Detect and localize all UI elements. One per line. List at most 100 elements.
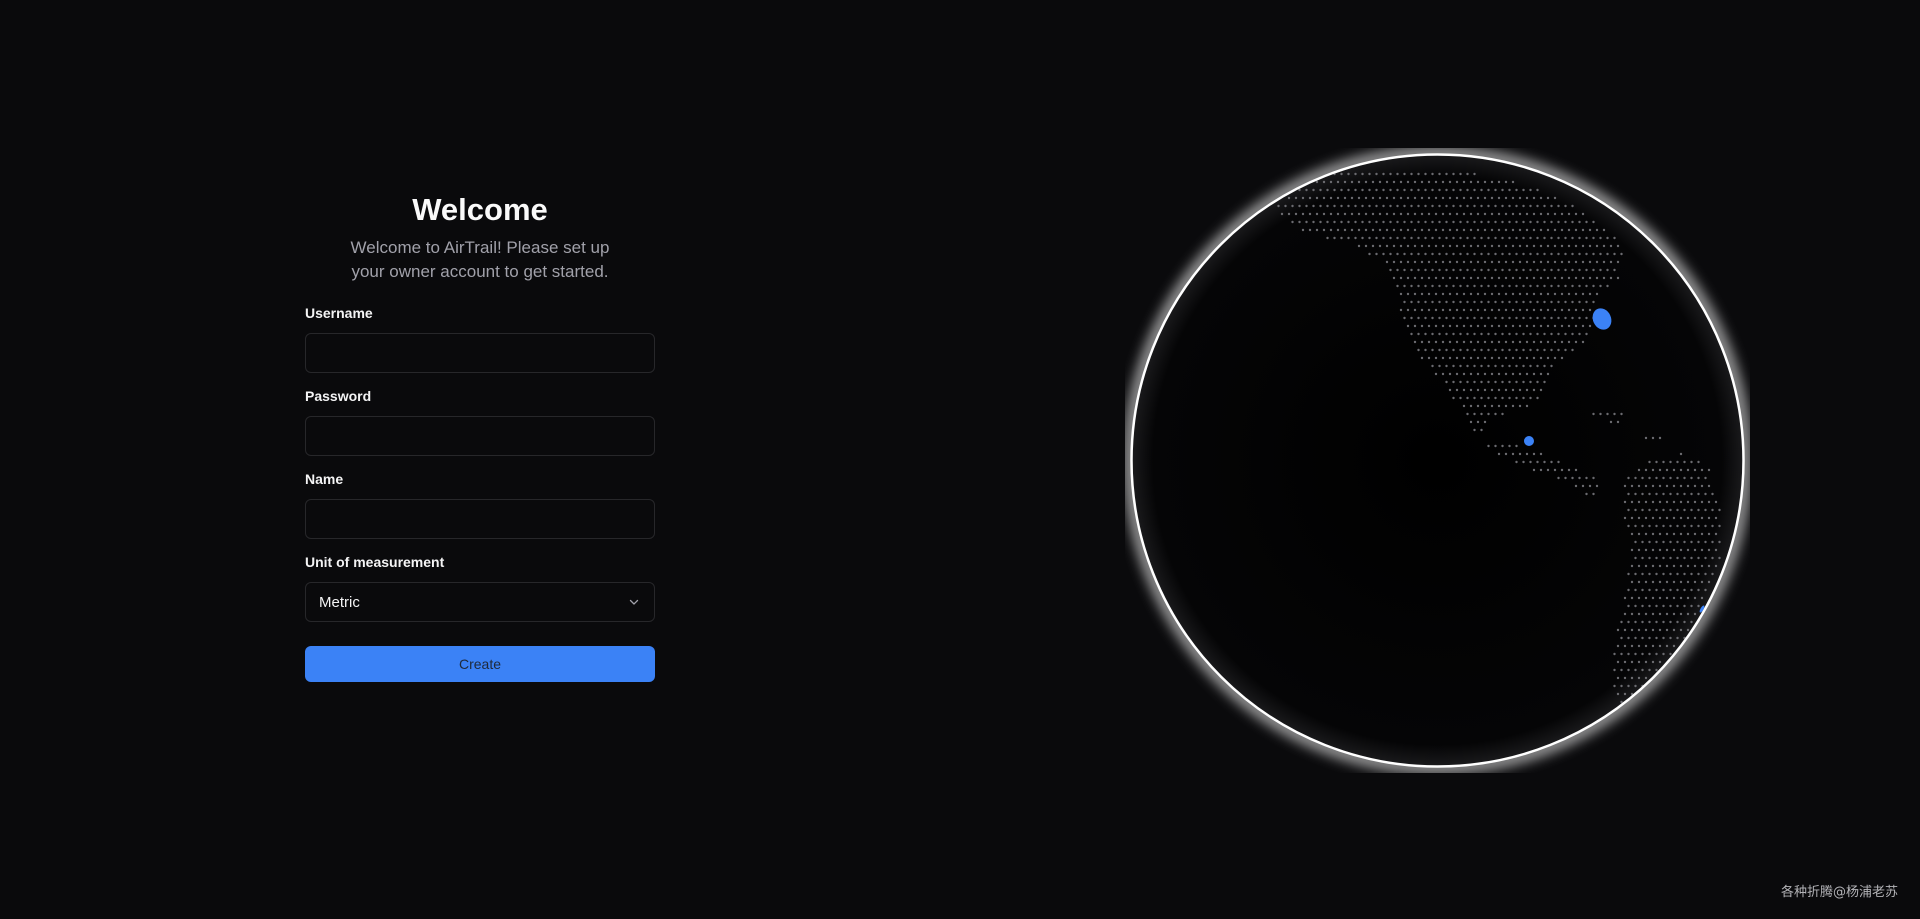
land-dot [1676,556,1679,560]
land-dot [1427,260,1431,264]
land-dot [1406,228,1410,232]
land-dot [1396,220,1399,224]
land-dot [1333,236,1336,240]
land-dot [1651,516,1655,520]
land-dot [1504,244,1508,248]
land-dot [1693,468,1697,472]
land-dot [1305,220,1308,224]
land-dot [1553,308,1557,312]
land-dot [1284,204,1287,208]
land-dot [1497,292,1501,296]
land-dot [1469,244,1473,248]
land-dot [1644,468,1648,472]
land-dot [1406,308,1410,312]
land-dot [1501,380,1504,384]
land-dot [1679,580,1683,584]
land-dot [1466,220,1469,224]
land-dot [1627,652,1630,656]
land-dot [1487,444,1490,448]
land-dot [1504,292,1508,296]
land-dot [1574,308,1578,312]
land-dot [1655,604,1658,608]
land-dot [1480,188,1483,192]
land-dot [1630,660,1634,664]
land-dot [1616,276,1620,280]
land-dot [1455,388,1459,392]
land-dot [1574,212,1578,216]
land-dot [1616,628,1620,632]
land-dot [1483,292,1487,296]
land-dot [1511,212,1515,216]
land-dot [1711,540,1714,544]
land-dot [1427,340,1431,344]
land-dot [1427,196,1431,200]
land-dot [1592,300,1595,304]
land-dot [1511,388,1515,392]
land-dot [1501,396,1504,400]
land-dot [1466,284,1469,288]
land-dot [1560,276,1564,280]
land-dot [1487,236,1490,240]
land-dot [1637,516,1641,520]
land-dot [1361,172,1364,176]
land-dot [1518,260,1522,264]
land-dot [1560,468,1564,472]
land-dot [1662,492,1665,496]
land-dot [1515,348,1518,352]
name-input[interactable] [305,499,655,539]
land-dot [1490,212,1494,216]
land-dot [1445,236,1448,240]
land-dot [1662,460,1665,464]
land-dot [1308,196,1312,200]
land-dot [1490,404,1494,408]
land-dot [1522,348,1525,352]
land-dot [1515,364,1518,368]
land-dot [1557,252,1560,256]
land-dot [1641,652,1644,656]
land-dot [1455,228,1459,232]
land-dot [1644,516,1648,520]
land-dot [1364,244,1368,248]
land-dot [1672,548,1676,552]
land-dot [1550,364,1553,368]
land-dot [1630,548,1634,552]
land-dot [1637,484,1641,488]
land-dot [1469,388,1473,392]
land-dot [1711,508,1714,512]
land-dot [1438,300,1441,304]
land-dot [1368,204,1371,208]
land-dot [1704,524,1707,528]
land-dot [1630,628,1634,632]
land-dot [1536,316,1539,320]
land-dot [1665,628,1669,632]
land-dot [1410,316,1413,320]
land-dot [1627,524,1630,528]
land-dot [1641,620,1644,624]
password-input[interactable] [305,416,655,456]
land-dot [1536,348,1539,352]
land-dot [1630,532,1634,536]
land-dot [1413,292,1417,296]
land-dot [1427,324,1431,328]
land-dot [1396,236,1399,240]
land-dot [1665,500,1669,504]
land-dot [1648,572,1651,576]
create-button[interactable]: Create [305,646,655,682]
land-dot [1707,516,1711,520]
land-dot [1634,604,1637,608]
land-dot [1417,220,1420,224]
land-dot [1592,236,1595,240]
unit-select[interactable]: Metric [305,582,655,622]
land-dot [1434,356,1438,360]
land-dot [1336,228,1340,232]
land-dot [1427,180,1431,184]
land-dot [1560,356,1564,360]
land-dot [1504,356,1508,360]
land-dot [1504,276,1508,280]
land-dot [1522,284,1525,288]
username-input[interactable] [305,333,655,373]
land-dot [1413,276,1417,280]
land-dot [1403,236,1406,240]
land-dot [1522,300,1525,304]
land-dot [1529,252,1532,256]
